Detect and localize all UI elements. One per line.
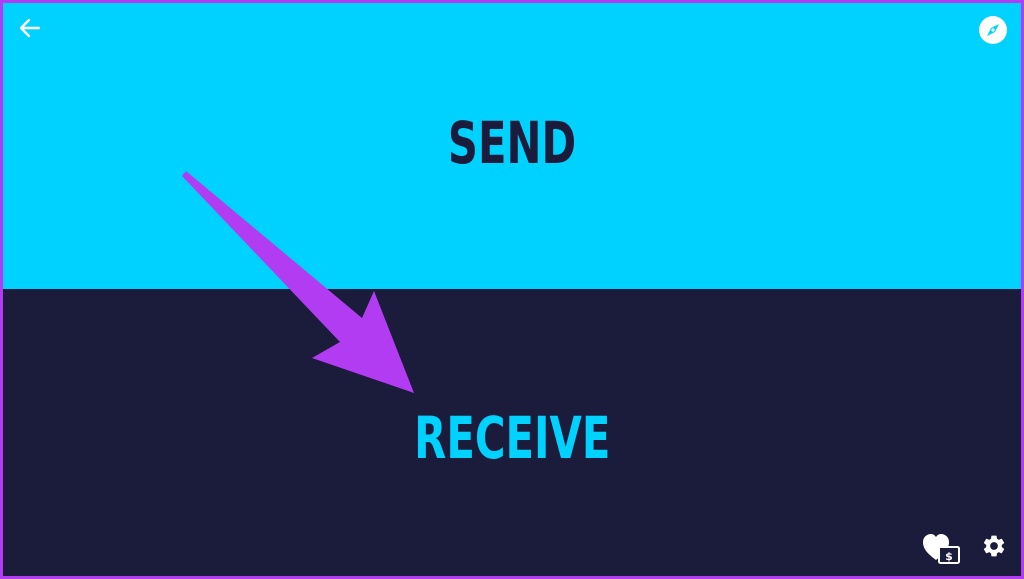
send-label: SEND <box>447 109 577 177</box>
receive-label: RECEIVE <box>413 403 611 472</box>
settings-button[interactable] <box>979 531 1009 561</box>
donate-button[interactable]: $ <box>921 531 963 567</box>
compass-button[interactable] <box>977 14 1009 46</box>
back-arrow-icon <box>19 18 41 38</box>
gear-icon <box>983 535 1005 557</box>
back-button[interactable] <box>15 13 45 43</box>
svg-text:$: $ <box>945 550 953 563</box>
heart-dollar-icon: $ <box>923 534 960 564</box>
receive-panel[interactable]: RECEIVE <box>3 289 1021 576</box>
compass-icon <box>979 16 1007 44</box>
app-frame: SEND RECEIVE $ <box>3 3 1021 576</box>
send-panel[interactable]: SEND <box>3 3 1021 289</box>
